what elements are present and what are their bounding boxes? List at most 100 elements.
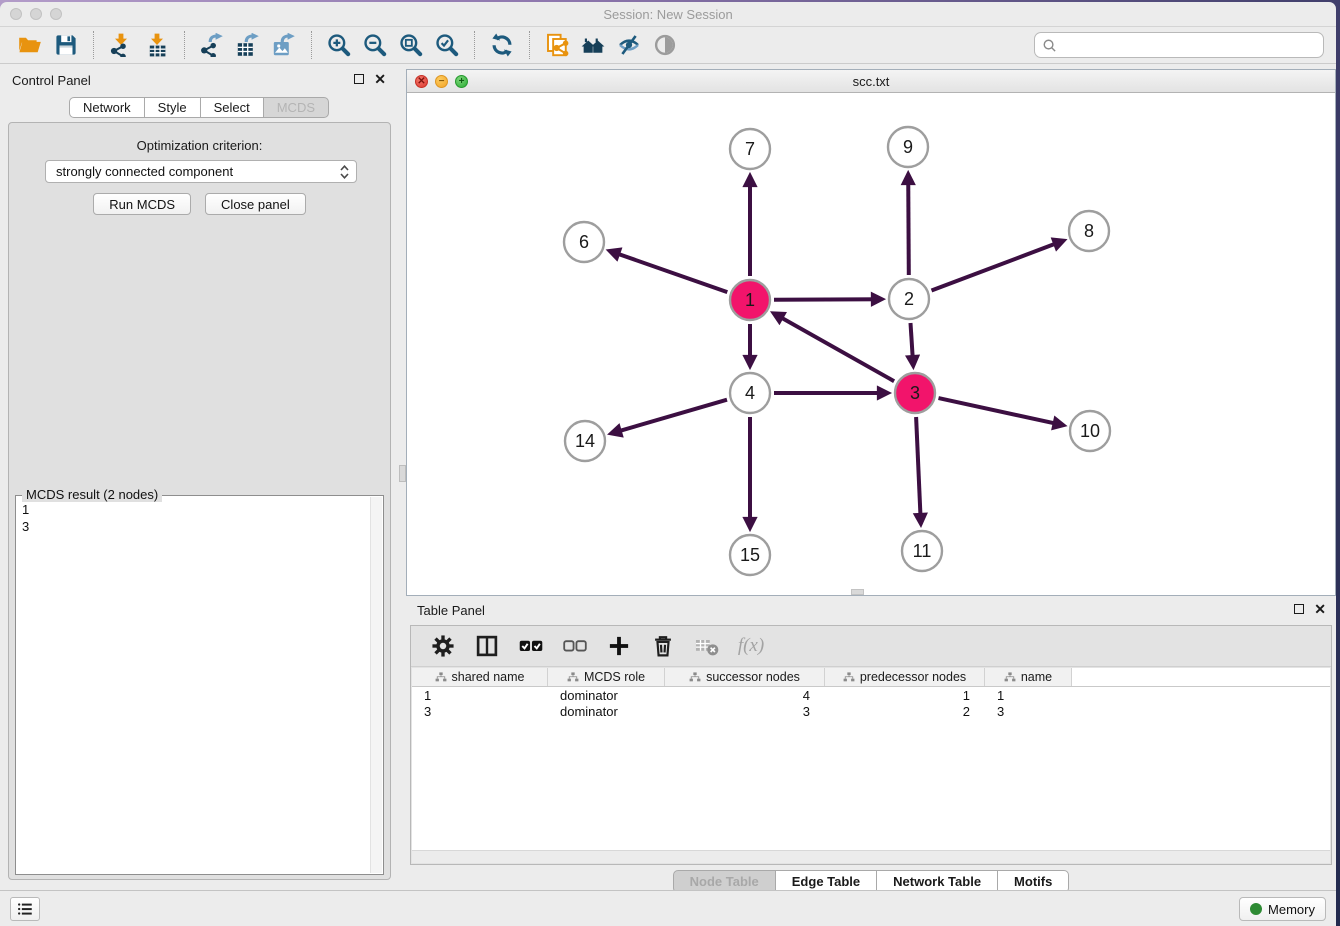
graph-node-14[interactable]: 14 (565, 421, 605, 461)
show-visual-icon[interactable] (650, 31, 680, 59)
column-header-label: name (1021, 670, 1052, 684)
edge-4-14[interactable] (612, 400, 727, 434)
cell-successor-nodes: 4 (665, 687, 825, 703)
table-panel: Table Panel ✕ f(x) shared nameMCDS roles… (406, 598, 1336, 890)
control-panel-title: Control Panel (12, 73, 91, 88)
column-header-MCDS-role[interactable]: MCDS role (548, 668, 665, 686)
memory-button[interactable]: Memory (1239, 897, 1326, 921)
search-icon (1042, 38, 1057, 53)
mcds-result-box: MCDS result (2 nodes) 13 (15, 495, 384, 875)
graph-node-9[interactable]: 9 (888, 127, 928, 167)
home-icon[interactable] (578, 31, 608, 59)
tab-mcds[interactable]: MCDS (263, 97, 329, 118)
refresh-icon[interactable] (487, 31, 517, 59)
edge-3-10[interactable] (939, 398, 1063, 425)
import-table-icon[interactable] (142, 31, 172, 59)
network-graph: 7 9 6 8 1 2 4 3 14 10 15 11 (407, 93, 1335, 595)
delete-icon[interactable] (648, 632, 678, 660)
column-header-label: MCDS role (584, 670, 645, 684)
edge-2-8[interactable] (932, 241, 1063, 291)
graph-node-6[interactable]: 6 (564, 222, 604, 262)
mcds-result-line: 3 (22, 518, 369, 535)
cell-successor-nodes: 3 (665, 703, 825, 719)
task-history-button[interactable] (10, 897, 40, 921)
hide-visual-icon[interactable] (614, 31, 644, 59)
cell-shared-name: 3 (412, 703, 548, 719)
function-icon[interactable]: f(x) (736, 632, 766, 660)
graph-node-7[interactable]: 7 (730, 129, 770, 169)
toolbar-separator (474, 31, 475, 59)
export-network-icon[interactable] (197, 31, 227, 59)
app-window: Session: New Session Control Panel ✕ Net… (0, 2, 1336, 926)
column-header-label: successor nodes (706, 670, 800, 684)
table-panel-close-icon[interactable]: ✕ (1314, 604, 1326, 614)
node-label: 6 (579, 232, 589, 252)
deselect-all-icon[interactable] (560, 632, 590, 660)
run-mcds-button[interactable]: Run MCDS (93, 193, 191, 215)
edge-2-9[interactable] (908, 175, 909, 275)
zoom-selected-icon[interactable] (432, 31, 462, 59)
column-header-name[interactable]: name (985, 668, 1072, 686)
import-network-icon[interactable] (106, 31, 136, 59)
table-row[interactable]: 1dominator411 (412, 687, 1330, 703)
tab-style[interactable]: Style (144, 97, 201, 118)
column-header-label: shared name (452, 670, 525, 684)
graph-node-15[interactable]: 15 (730, 535, 770, 575)
table-body: 1dominator4113dominator323 (412, 687, 1330, 719)
criterion-dropdown[interactable]: strongly connected component (45, 160, 357, 183)
graph-node-11[interactable]: 11 (902, 531, 942, 571)
search-box[interactable] (1034, 32, 1324, 58)
graph-node-2[interactable]: 2 (889, 279, 929, 319)
table-panel-float-icon[interactable] (1294, 604, 1304, 614)
edge-2-3[interactable] (911, 323, 914, 365)
split-pane-icon[interactable] (472, 632, 502, 660)
control-panel-close-icon[interactable]: ✕ (374, 74, 386, 84)
export-table-icon[interactable] (233, 31, 263, 59)
panel-splitter-grip[interactable] (399, 465, 406, 482)
export-image-icon[interactable] (269, 31, 299, 59)
zoom-out-icon[interactable] (360, 31, 390, 59)
criterion-dropdown-value: strongly connected component (56, 164, 339, 179)
graph-node-1[interactable]: 1 (730, 280, 770, 320)
graph-node-8[interactable]: 8 (1069, 211, 1109, 251)
add-icon[interactable] (604, 632, 634, 660)
delete-table-icon[interactable] (692, 632, 722, 660)
toolbar-separator (184, 31, 185, 59)
tab-select[interactable]: Select (200, 97, 264, 118)
control-panel: Control Panel ✕ NetworkStyleSelectMCDS O… (0, 65, 398, 890)
close-panel-button[interactable]: Close panel (205, 193, 306, 215)
toolbar-separator (93, 31, 94, 59)
column-header-predecessor-nodes[interactable]: predecessor nodes (825, 668, 985, 686)
mcds-result-lines[interactable]: 13 (22, 498, 369, 872)
main-content: Control Panel ✕ NetworkStyleSelectMCDS O… (0, 65, 1336, 890)
toolbar-icon-groups (12, 31, 683, 59)
node-label: 7 (745, 139, 755, 159)
edge-1-6[interactable] (610, 251, 727, 292)
edge-3-1[interactable] (774, 314, 894, 382)
zoom-fit-icon[interactable] (396, 31, 426, 59)
search-input[interactable] (1062, 38, 1316, 53)
clone-network-icon[interactable] (542, 31, 572, 59)
zoom-in-icon[interactable] (324, 31, 354, 59)
save-session-icon[interactable] (51, 31, 81, 59)
tab-network[interactable]: Network (69, 97, 145, 118)
network-frame-titlebar[interactable]: ✕ − + scc.txt (407, 70, 1335, 93)
network-canvas[interactable]: 7 9 6 8 1 2 4 3 14 10 15 11 (407, 93, 1335, 595)
table-header-row: shared name MCDS role successor nodes prede… (412, 668, 1330, 687)
graph-node-4[interactable]: 4 (730, 373, 770, 413)
column-header-successor-nodes[interactable]: successor nodes (665, 668, 825, 686)
control-panel-float-icon[interactable] (354, 74, 364, 84)
table-row[interactable]: 3dominator323 (412, 703, 1330, 719)
select-all-icon[interactable] (516, 632, 546, 660)
gear-icon[interactable] (428, 632, 458, 660)
cell-shared-name: 1 (412, 687, 548, 703)
edge-3-11[interactable] (916, 417, 921, 523)
open-session-icon[interactable] (15, 31, 45, 59)
table-horizontal-scrollbar[interactable] (412, 850, 1330, 863)
graph-node-10[interactable]: 10 (1070, 411, 1110, 451)
frame-resize-grip[interactable] (851, 589, 864, 595)
column-header-shared-name[interactable]: shared name (412, 668, 548, 686)
result-scrollbar[interactable] (370, 497, 382, 873)
graph-node-3[interactable]: 3 (895, 373, 935, 413)
edge-1-2[interactable] (774, 299, 881, 300)
